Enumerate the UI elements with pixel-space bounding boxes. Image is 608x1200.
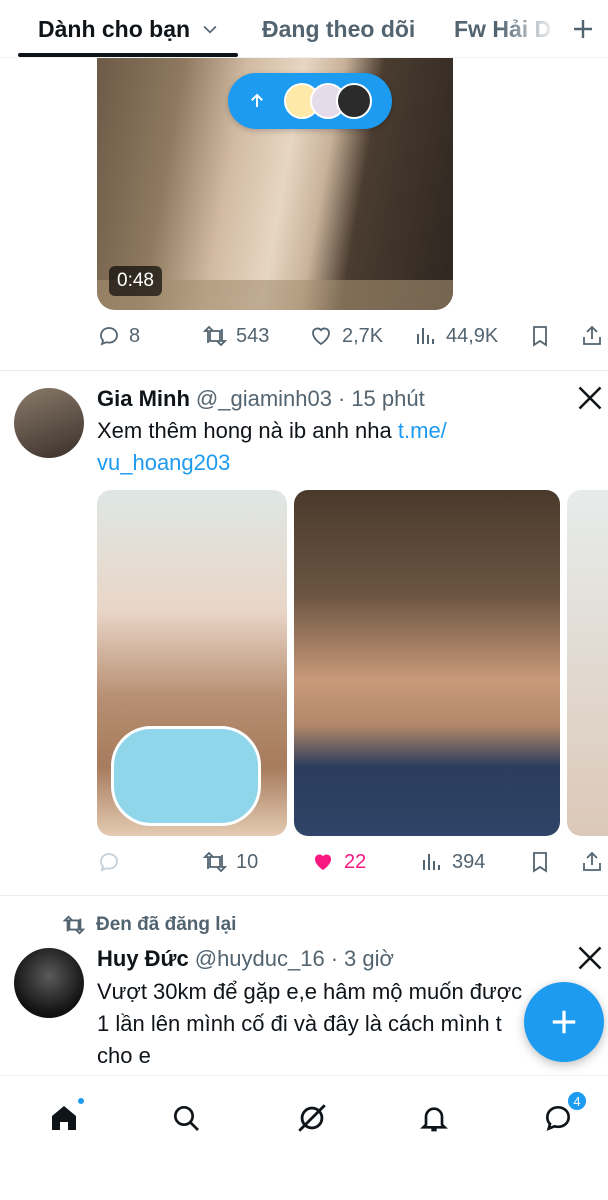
- separator-dot: ·: [337, 386, 346, 411]
- views-count: 394: [452, 850, 486, 873]
- views-icon: [423, 854, 440, 870]
- post-text: Xem thêm hong nà ib anh nha t.me/ vu_hoa…: [97, 415, 587, 479]
- nav-home[interactable]: [42, 1096, 86, 1140]
- bookmark-icon: [533, 326, 547, 347]
- bell-icon: [420, 1107, 448, 1132]
- x-logo-button[interactable]: [576, 944, 604, 977]
- new-posts-pill[interactable]: [228, 73, 392, 129]
- post-body-line: cho e: [97, 1043, 151, 1068]
- views-button[interactable]: 394: [420, 842, 485, 882]
- repost-icon: [202, 325, 228, 347]
- like-button[interactable]: 2,7K: [308, 316, 383, 356]
- views-button[interactable]: 44,9K: [414, 316, 498, 356]
- share-icon: [583, 851, 601, 871]
- repost-indicator[interactable]: Đen đã đăng lại: [62, 914, 236, 936]
- share-button[interactable]: [580, 842, 604, 882]
- post-link[interactable]: vu_hoang203: [97, 450, 230, 475]
- chevron-down-icon: [203, 25, 217, 34]
- repost-button[interactable]: 10: [202, 842, 258, 882]
- post-header: Huy Đức @huyduc_16 · 3 giờ: [97, 944, 394, 974]
- post-image[interactable]: [97, 490, 287, 836]
- heart-filled-icon: [315, 854, 331, 870]
- post-body-line: 1 lần lên mình cố đi và đây là cách mình…: [97, 1011, 502, 1036]
- like-count: 2,7K: [342, 324, 384, 347]
- views-count: 44,9K: [446, 324, 499, 347]
- unread-dot: [76, 1096, 86, 1106]
- search-icon: [174, 1106, 199, 1131]
- compose-button[interactable]: [524, 982, 604, 1062]
- post-actions: 10 22 394: [0, 842, 608, 882]
- tab-label: Dành cho bạn: [38, 15, 191, 42]
- avatar: [336, 83, 372, 119]
- reply-button[interactable]: [97, 842, 129, 882]
- author-avatar[interactable]: [14, 948, 84, 1018]
- post-image[interactable]: [567, 490, 608, 836]
- display-name[interactable]: Huy Đức: [97, 946, 189, 972]
- plus-icon: [552, 1010, 576, 1034]
- post-actions: 8 543 2,7K 44,9K: [0, 316, 608, 356]
- repost-icon: [202, 851, 228, 873]
- reply-icon: [100, 327, 118, 346]
- share-icon: [583, 325, 601, 345]
- nav-search[interactable]: [164, 1096, 208, 1140]
- heart-icon: [312, 327, 330, 346]
- messages-badge: 4: [566, 1090, 588, 1112]
- plus-icon: [574, 20, 592, 38]
- post-divider: [0, 370, 608, 371]
- repost-button[interactable]: 543: [202, 316, 269, 356]
- bookmark-button[interactable]: [528, 842, 552, 882]
- post-divider: [0, 895, 608, 896]
- author-avatar[interactable]: [14, 388, 84, 458]
- repost-count: 10: [236, 850, 259, 873]
- share-button[interactable]: [580, 316, 604, 356]
- reply-count: 8: [129, 324, 141, 347]
- home-icon: [52, 1106, 76, 1130]
- repost-count: 543: [236, 324, 270, 347]
- nav-grok[interactable]: [290, 1096, 334, 1140]
- post-text: Vượt 30km để gặp e,e hâm mộ muốn được 1 …: [97, 976, 587, 1074]
- separator-dot: ·: [330, 946, 339, 971]
- x-logo-button[interactable]: [576, 384, 604, 417]
- like-button[interactable]: 22: [310, 842, 366, 882]
- bookmark-button[interactable]: [528, 316, 552, 356]
- tab-following[interactable]: Đang theo dõi: [262, 0, 416, 57]
- post-time: 3 giờ: [344, 946, 394, 971]
- handle[interactable]: @huyduc_16: [195, 946, 325, 972]
- reply-button[interactable]: 8: [97, 316, 140, 356]
- views-icon: [417, 328, 434, 344]
- like-count: 22: [344, 850, 367, 873]
- post-header: Gia Minh @_giaminh03 · 15 phút: [97, 384, 425, 414]
- top-tabs: Dành cho bạn Đang theo dõi Fw Hải D: [0, 0, 608, 58]
- x-logo-icon: [578, 386, 602, 410]
- tab-label: Đang theo dõi: [262, 15, 416, 42]
- post-link[interactable]: t.me/: [398, 418, 447, 443]
- add-tab-button[interactable]: [558, 0, 608, 57]
- x-logo-icon: [578, 946, 602, 970]
- reply-icon: [100, 853, 118, 872]
- repost-icon: [62, 915, 86, 935]
- post-body-line: Vượt 30km để gặp e,e hâm mộ muốn được: [97, 979, 523, 1004]
- grok-icon: [298, 1104, 326, 1132]
- video-duration: 0:48: [109, 266, 162, 296]
- active-tab-indicator: [18, 53, 238, 57]
- post-time: 15 phút: [351, 386, 425, 411]
- arrow-up-icon: [251, 93, 263, 107]
- repost-label: Đen đã đăng lại: [96, 914, 237, 935]
- nav-notifications[interactable]: [412, 1096, 456, 1140]
- tab-for-you[interactable]: Dành cho bạn: [38, 0, 220, 57]
- handle[interactable]: @_giaminh03: [196, 386, 332, 412]
- nav-messages[interactable]: 4: [536, 1090, 588, 1140]
- post-body: Xem thêm hong nà ib anh nha: [97, 418, 398, 443]
- sticker: [111, 726, 261, 826]
- display-name[interactable]: Gia Minh: [97, 386, 190, 412]
- bottom-navigation: 4: [0, 1075, 608, 1200]
- bookmark-icon: [533, 852, 547, 873]
- post-image[interactable]: [294, 490, 560, 836]
